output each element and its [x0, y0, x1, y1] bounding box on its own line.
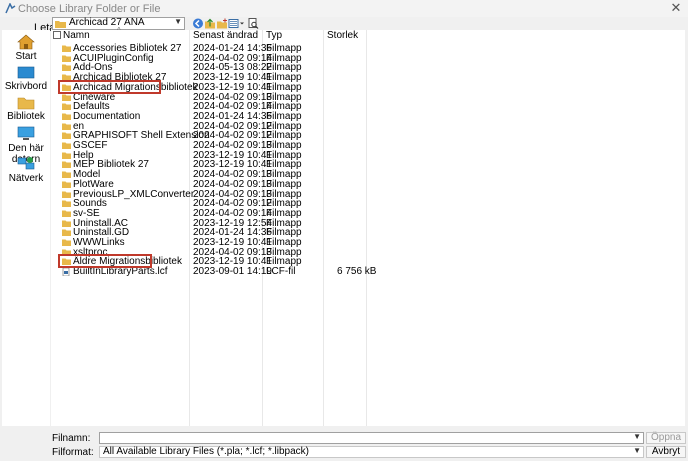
open-button[interactable]: Öppna: [646, 432, 686, 444]
place-start[interactable]: Start: [2, 34, 50, 62]
folder-icon: [62, 142, 71, 149]
folder-icon: [62, 200, 71, 208]
select-all-checkbox[interactable]: [53, 31, 61, 42]
folder-icon: [62, 113, 71, 120]
folder-icon: [62, 45, 71, 52]
file-type: LCF-fil: [266, 266, 296, 278]
filename-input[interactable]: ▼: [99, 432, 644, 444]
column-header-size[interactable]: Storlek: [327, 30, 358, 41]
place-desktop[interactable]: Skrivbord: [2, 66, 50, 92]
column-divider: [366, 30, 367, 426]
place-label: Bibliotek: [7, 111, 45, 122]
cancel-button[interactable]: Avbryt: [646, 446, 686, 458]
window-title: Choose Library Folder or File: [18, 3, 161, 15]
place-label: Nätverk: [8, 173, 44, 184]
folder-icon: [62, 123, 71, 130]
column-header-modified[interactable]: Senast ändrad: [193, 30, 258, 41]
folder-icon: [62, 132, 71, 140]
places-sidebar: Start Skrivbord Bibliotek Den här datorn…: [2, 30, 50, 426]
folder-icon: [62, 191, 71, 198]
filetype-label: Filformat:: [52, 447, 94, 458]
column-header-name[interactable]: Namn: [63, 30, 90, 41]
computer-icon: [17, 126, 35, 140]
file-icon: [62, 268, 70, 277]
folder-icon: [17, 97, 35, 110]
lookin-value: Archicad 27 ANA: [69, 17, 145, 28]
file-size: 6 756 kB: [337, 266, 377, 278]
up-folder-icon[interactable]: [204, 17, 216, 30]
folder-icon: [62, 229, 71, 237]
folder-icon: [62, 152, 71, 159]
folder-icon: [62, 55, 71, 62]
folder-icon: [55, 21, 66, 28]
folder-icon: [62, 239, 71, 246]
folder-icon: [62, 210, 71, 217]
network-icon: [17, 157, 35, 170]
folder-icon: [62, 103, 71, 111]
chevron-down-icon: ▼: [633, 446, 641, 455]
title-bar: Choose Library Folder or File ✕: [0, 0, 688, 17]
folder-icon: [62, 171, 71, 179]
folder-icon: [62, 94, 71, 101]
home-icon: [17, 34, 35, 50]
place-network[interactable]: Nätverk: [2, 156, 50, 184]
highlight-box: [58, 80, 161, 94]
archicad-logo-icon: [5, 3, 16, 14]
file-date: 2023-09-01 14:19: [193, 266, 272, 278]
preview-icon[interactable]: [247, 17, 259, 30]
back-icon[interactable]: [192, 17, 204, 30]
folder-icon: [62, 161, 71, 169]
filetype-value: All Available Library Files (*.pla; *.lc…: [103, 446, 310, 457]
highlight-box: [58, 254, 152, 268]
sort-arrow-icon: ^: [117, 26, 121, 35]
column-header-type[interactable]: Typ: [266, 30, 282, 41]
view-menu-icon[interactable]: [228, 17, 244, 30]
close-button[interactable]: ✕: [668, 0, 684, 16]
place-label: Start: [15, 51, 37, 62]
folder-icon: [62, 220, 71, 227]
chevron-down-icon[interactable]: ▼: [633, 432, 641, 441]
chevron-down-icon: ▼: [174, 17, 182, 26]
file-list[interactable]: Namn ^ Senast ändrad Typ Storlek Accesso…: [51, 26, 685, 426]
place-label: Skrivbord: [4, 81, 48, 92]
desktop-icon: [17, 66, 35, 79]
filename-label: Filnamn:: [52, 433, 91, 444]
filetype-dropdown[interactable]: All Available Library Files (*.pla; *.lc…: [99, 446, 644, 458]
folder-icon: [62, 64, 71, 72]
place-libraries[interactable]: Bibliotek: [2, 96, 50, 122]
folder-icon: [62, 181, 71, 188]
new-folder-icon[interactable]: [216, 17, 228, 30]
table-row[interactable]: BuiltInLibraryParts.lcf 2023-09-01 14:19 L…: [51, 266, 376, 278]
